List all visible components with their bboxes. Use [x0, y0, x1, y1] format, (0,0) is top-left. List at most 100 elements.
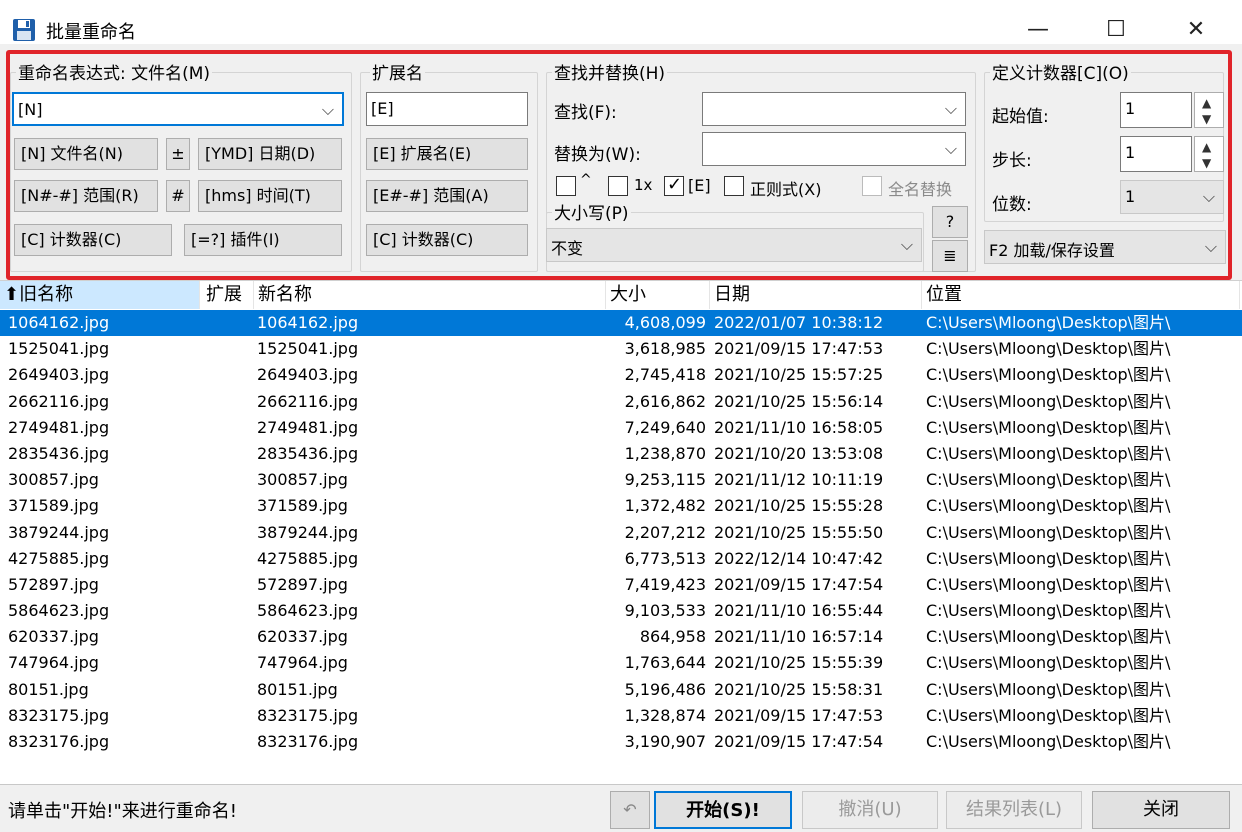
name-range-button[interactable]: [N#-#] 范围(R): [14, 180, 158, 212]
cell-new-name: 5864623.jpg: [257, 601, 359, 621]
cell-location: C:\Users\Mloong\Desktop\图片\: [926, 365, 1171, 385]
cell-location: C:\Users\Mloong\Desktop\图片\: [926, 548, 1171, 568]
spin-down-icon: ▼: [1202, 156, 1212, 170]
extension-option-label: [E]: [688, 176, 711, 195]
cell-old-name: 2835436.jpg: [8, 443, 110, 463]
table-row[interactable]: 747964.jpg 747964.jpg 1,763,644 2021/10/25 …: [0, 650, 1242, 676]
once-checkbox[interactable]: [608, 176, 628, 196]
chevron-down-icon: ⌵: [321, 100, 334, 119]
help-button[interactable]: ?: [932, 206, 968, 238]
table-row[interactable]: 2662116.jpg 2662116.jpg 2,616,862 2021/10/2…: [0, 389, 1242, 415]
spin-up-icon: ▲: [1202, 96, 1212, 110]
window-title: 批量重命名: [46, 22, 136, 43]
cell-new-name: 2649403.jpg: [257, 365, 359, 385]
start-value: 1: [1125, 99, 1136, 118]
time-placeholder-button[interactable]: [hms] 时间(T): [198, 180, 342, 212]
cell-location: C:\Users\Mloong\Desktop\图片\: [926, 313, 1171, 332]
table-row[interactable]: 2749481.jpg 2749481.jpg 7,249,640 2021/11/1…: [0, 415, 1242, 441]
digits-value: 1: [1125, 187, 1136, 206]
close-button[interactable]: 关闭: [1092, 791, 1230, 829]
table-row[interactable]: 8323176.jpg 8323176.jpg 3,190,907 2021/09/1…: [0, 729, 1242, 755]
table-row[interactable]: 620337.jpg 620337.jpg 864,958 2021/11/10 16…: [0, 624, 1242, 650]
regex-checkbox[interactable]: [724, 176, 744, 196]
plus-minus-button[interactable]: ±: [166, 138, 190, 170]
extension-counter-button[interactable]: [C] 计数器(C): [366, 224, 528, 256]
table-row[interactable]: 8323175.jpg 8323175.jpg 1,328,874 2021/09/1…: [0, 703, 1242, 729]
cell-size: 2,745,418: [624, 365, 706, 385]
table-row[interactable]: 371589.jpg 371589.jpg 1,372,482 2021/10/25 …: [0, 493, 1242, 519]
status-bar: 请单击"开始!"来进行重命名! ↶ 开始(S)! 撤消(U) 结果列表(L) 关…: [0, 784, 1242, 832]
digits-label: 位数:: [992, 195, 1032, 215]
edit-names-button[interactable]: ≣: [932, 240, 968, 272]
undo-icon-button[interactable]: ↶: [610, 791, 650, 829]
cell-location: C:\Users\Mloong\Desktop\图片\: [926, 627, 1171, 647]
table-row[interactable]: 4275885.jpg 4275885.jpg 6,773,513 2022/12/1…: [0, 546, 1242, 572]
table-row[interactable]: 300857.jpg 300857.jpg 9,253,115 2021/11/12 …: [0, 467, 1242, 493]
cell-location: C:\Users\Mloong\Desktop\图片\: [926, 443, 1171, 463]
header-location[interactable]: 位置: [922, 281, 1240, 309]
extension-checkbox[interactable]: [664, 174, 684, 196]
step-label: 步长:: [992, 151, 1032, 171]
step-value: 1: [1125, 143, 1136, 162]
table-row[interactable]: 80151.jpg 80151.jpg 5,196,486 2021/10/25 15…: [0, 677, 1242, 703]
table-row[interactable]: 3879244.jpg 3879244.jpg 2,207,212 2021/10/2…: [0, 520, 1242, 546]
header-size[interactable]: 大小: [606, 281, 710, 309]
step-value-input[interactable]: 1: [1120, 136, 1192, 172]
find-combo[interactable]: ⌵: [702, 92, 966, 126]
digits-combo[interactable]: 1 ⌵: [1120, 180, 1224, 214]
cell-size: 7,419,423: [624, 574, 706, 594]
case-combo[interactable]: 不变 ⌵: [546, 228, 922, 262]
table-row[interactable]: 572897.jpg 572897.jpg 7,419,423 2021/09/15 …: [0, 572, 1242, 598]
cell-size: 1,763,644: [624, 653, 706, 673]
cell-new-name: 1525041.jpg: [257, 339, 359, 359]
cell-old-name: 300857.jpg: [8, 470, 99, 490]
start-button[interactable]: 开始(S)!: [654, 791, 792, 829]
extension-input[interactable]: [E]: [366, 92, 528, 126]
hash-button[interactable]: #: [166, 180, 190, 212]
header-date[interactable]: 日期: [710, 281, 922, 309]
replace-combo[interactable]: ⌵: [702, 132, 966, 166]
counter-placeholder-button[interactable]: [C] 计数器(C): [14, 224, 172, 256]
name-placeholder-button[interactable]: [N] 文件名(N): [14, 138, 158, 170]
cell-date: 2021/10/25 15:55:28: [714, 496, 884, 516]
cell-location: C:\Users\Mloong\Desktop\图片\: [926, 496, 1171, 516]
undo-button[interactable]: 撤消(U): [802, 791, 938, 829]
step-spinner[interactable]: ▲ ▼: [1194, 136, 1224, 172]
result-list-button[interactable]: 结果列表(L): [946, 791, 1082, 829]
chevron-down-icon: ⌵: [1202, 187, 1215, 206]
extension-placeholder-button[interactable]: [E] 扩展名(E): [366, 138, 528, 170]
cell-old-name: 747964.jpg: [8, 653, 99, 673]
whole-name-checkbox[interactable]: [862, 176, 882, 196]
cell-size: 1,372,482: [624, 496, 706, 516]
chevron-down-icon: ⌵: [1204, 237, 1217, 256]
cell-date: 2021/10/25 15:55:39: [714, 653, 884, 673]
caret-option-label: ^: [580, 172, 592, 188]
cell-new-name: 300857.jpg: [257, 470, 348, 490]
table-row[interactable]: 2649403.jpg 2649403.jpg 2,745,418 2021/10/2…: [0, 362, 1242, 388]
extension-range-button[interactable]: [E#-#] 范围(A): [366, 180, 528, 212]
cell-date: 2021/09/15 17:47:54: [714, 732, 884, 751]
table-row[interactable]: 5864623.jpg 5864623.jpg 9,103,533 2021/11/1…: [0, 598, 1242, 624]
header-extension[interactable]: 扩展: [202, 281, 254, 309]
cell-location: C:\Users\Mloong\Desktop\图片\: [926, 574, 1171, 594]
header-old-name[interactable]: ⬆旧名称: [0, 281, 200, 309]
cell-new-name: 2749481.jpg: [257, 417, 359, 437]
file-list: ⬆旧名称 扩展 新名称 大小 日期 位置 1064162.jpg 1064162.…: [0, 280, 1242, 784]
cell-new-name: 1064162.jpg: [257, 313, 359, 332]
date-placeholder-button[interactable]: [YMD] 日期(D): [198, 138, 342, 170]
table-row[interactable]: 1525041.jpg 1525041.jpg 3,618,985 2021/09/1…: [0, 336, 1242, 362]
start-value-input[interactable]: 1: [1120, 92, 1192, 128]
table-row[interactable]: 2835436.jpg 2835436.jpg 1,238,870 2021/10/2…: [0, 441, 1242, 467]
header-new-name[interactable]: 新名称: [254, 281, 606, 309]
start-spinner[interactable]: ▲ ▼: [1194, 92, 1224, 128]
cell-location: C:\Users\Mloong\Desktop\图片\: [926, 601, 1171, 621]
settings-combo[interactable]: F2 加载/保存设置 ⌵: [984, 230, 1226, 264]
cell-new-name: 80151.jpg: [257, 679, 338, 699]
once-option-label: 1x: [634, 176, 653, 194]
cell-new-name: 8323176.jpg: [257, 732, 359, 751]
cell-location: C:\Users\Mloong\Desktop\图片\: [926, 653, 1171, 673]
plugin-placeholder-button[interactable]: [=?] 插件(I): [184, 224, 342, 256]
rename-mask-combo[interactable]: [N] ⌵: [12, 92, 344, 126]
caret-checkbox[interactable]: [556, 176, 576, 196]
table-row[interactable]: 1064162.jpg 1064162.jpg 4,608,099 2022/01/0…: [0, 310, 1242, 337]
